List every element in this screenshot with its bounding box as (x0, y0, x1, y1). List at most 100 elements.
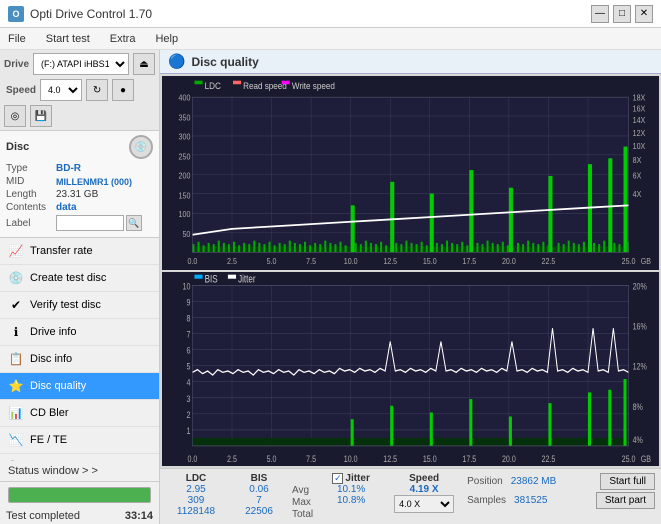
nav-transfer-rate[interactable]: 📈 Transfer rate (0, 238, 159, 265)
app-icon: O (8, 6, 24, 22)
svg-text:4: 4 (186, 377, 190, 388)
disc-header: Disc 💿 (6, 135, 153, 159)
nav-disc-info-label: Disc info (30, 353, 72, 365)
svg-text:Read speed: Read speed (243, 80, 287, 91)
create-disc-icon: 💿 (8, 270, 24, 286)
nav-create-test-disc[interactable]: 💿 Create test disc (0, 265, 159, 292)
svg-text:8%: 8% (633, 401, 644, 412)
disc-title: Disc (6, 141, 29, 153)
start-part-button[interactable]: Start part (596, 492, 655, 509)
content-area: 🔵 Disc quality LDC Read speed Writ (160, 50, 661, 524)
stats-total-jitter-placeholder: — (346, 506, 356, 517)
menu-start-test[interactable]: Start test (42, 31, 94, 47)
svg-text:4X: 4X (633, 190, 642, 200)
settings-button1[interactable]: ● (112, 79, 134, 101)
stats-jitter-header: Jitter (345, 473, 369, 484)
jitter-checkbox[interactable]: ✓ (332, 473, 343, 484)
svg-text:2.5: 2.5 (227, 257, 237, 267)
speed-stats-select[interactable]: 4.0 X (394, 495, 454, 513)
svg-text:0.0: 0.0 (187, 257, 197, 267)
svg-text:18X: 18X (633, 93, 646, 103)
svg-text:2.5: 2.5 (227, 453, 237, 464)
svg-text:4%: 4% (633, 434, 644, 445)
position-row: Position 23862 MB Start full (467, 473, 655, 490)
disc-quality-header-icon: 🔵 (168, 53, 185, 70)
main-area: Drive (F:) ATAPI iHBS112 2 PL06 ⏏ Speed … (0, 50, 661, 524)
type-label: Type (6, 163, 56, 174)
sidebar: Drive (F:) ATAPI iHBS112 2 PL06 ⏏ Speed … (0, 50, 160, 524)
svg-text:10X: 10X (633, 141, 646, 151)
svg-text:GB: GB (641, 257, 651, 267)
nav-cd-bler-label: CD Bler (30, 407, 69, 419)
nav-disc-quality-label: Disc quality (30, 380, 86, 392)
svg-text:12.5: 12.5 (383, 453, 397, 464)
nav-drive-info[interactable]: ℹ Drive info (0, 319, 159, 346)
disc-quality-title: Disc quality (191, 55, 258, 69)
svg-text:22.5: 22.5 (542, 257, 556, 267)
disc-contents-row: Contents data (6, 202, 153, 213)
stats-ldc-col: LDC 2.95 309 1128148 (166, 473, 226, 517)
menu-extra[interactable]: Extra (106, 31, 140, 47)
svg-text:16%: 16% (633, 321, 648, 332)
svg-text:7.5: 7.5 (306, 453, 316, 464)
nav-cd-bler[interactable]: 📊 CD Bler (0, 400, 159, 427)
svg-text:250: 250 (179, 152, 191, 162)
svg-text:Jitter: Jitter (238, 274, 256, 286)
label-input[interactable] (56, 215, 124, 231)
drive-select[interactable]: (F:) ATAPI iHBS112 2 PL06 (33, 53, 129, 75)
nav-fe-te[interactable]: 📉 FE / TE (0, 427, 159, 454)
eject-button[interactable]: ⏏ (133, 53, 155, 75)
svg-text:350: 350 (179, 113, 191, 123)
svg-text:150: 150 (179, 191, 191, 201)
nav-disc-info[interactable]: 📋 Disc info (0, 346, 159, 373)
length-value: 23.31 GB (56, 189, 98, 200)
svg-text:BIS: BIS (205, 274, 218, 286)
stats-max-bis: 7 (256, 495, 262, 506)
stats-speed-header: Speed (409, 473, 439, 484)
svg-text:GB: GB (641, 453, 652, 464)
nav-fe-te-label: FE / TE (30, 434, 67, 446)
nav-disc-quality[interactable]: ⭐ Disc quality (0, 373, 159, 400)
status-window-button[interactable]: Status window > > (0, 461, 159, 482)
stats-row-labels: Avg Max Total (292, 485, 313, 520)
contents-label: Contents (6, 202, 56, 213)
nav-extra-tests[interactable]: 🔧 Extra tests (0, 454, 159, 461)
menu-file[interactable]: File (4, 31, 30, 47)
disc-quality-header: 🔵 Disc quality (160, 50, 661, 74)
status-text: Test completed (6, 510, 80, 522)
close-button[interactable]: ✕ (635, 5, 653, 23)
stats-bis-col: BIS 0.06 7 22506 (234, 473, 284, 517)
maximize-button[interactable]: □ (613, 5, 631, 23)
svg-text:17.5: 17.5 (462, 453, 476, 464)
nav-verify-test-disc[interactable]: ✔ Verify test disc (0, 292, 159, 319)
svg-text:200: 200 (179, 171, 191, 181)
title-bar-controls[interactable]: — □ ✕ (591, 5, 653, 23)
speed-select[interactable]: 4.0 X (40, 79, 82, 101)
refresh-button[interactable]: ↻ (86, 79, 108, 101)
stats-speed-val: 4.19 X (410, 484, 439, 495)
svg-text:0.0: 0.0 (187, 453, 197, 464)
menu-help[interactable]: Help (151, 31, 182, 47)
jitter-header-row: ✓ Jitter (332, 473, 369, 484)
disc-icon: 💿 (129, 135, 153, 159)
position-label: Position (467, 476, 503, 487)
stats-right-col: Position 23862 MB Start full Samples 381… (467, 473, 655, 509)
svg-text:14X: 14X (633, 116, 646, 126)
save-button[interactable]: 💾 (30, 105, 52, 127)
drive-label: Drive (4, 59, 29, 70)
svg-text:3: 3 (186, 393, 190, 404)
svg-text:5.0: 5.0 (267, 257, 277, 267)
svg-text:5: 5 (186, 361, 190, 372)
svg-text:12X: 12X (633, 128, 646, 138)
svg-text:12.5: 12.5 (383, 257, 397, 267)
minimize-button[interactable]: — (591, 5, 609, 23)
start-full-button[interactable]: Start full (600, 473, 655, 490)
checkbox-check-icon: ✓ (334, 473, 342, 484)
verify-disc-icon: ✔ (8, 297, 24, 313)
settings-button2[interactable]: ◎ (4, 105, 26, 127)
stats-row: LDC 2.95 309 1128148 BIS 0.06 7 22506 Av… (160, 468, 661, 524)
svg-text:6: 6 (186, 345, 190, 356)
label-edit-button[interactable]: 🔍 (126, 215, 142, 231)
stats-total-ldc: 1128148 (177, 506, 215, 517)
status-time: 33:14 (125, 510, 153, 522)
